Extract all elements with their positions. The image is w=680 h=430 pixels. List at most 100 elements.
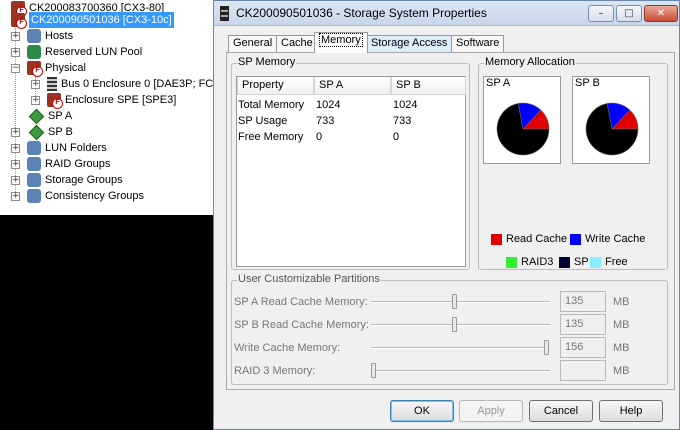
sp-a-pie-box: SP A [483, 76, 561, 164]
slider-thumb[interactable] [371, 363, 376, 378]
tab-software[interactable]: Software [451, 35, 505, 52]
expand-enclosure-spe-icon[interactable]: + [31, 96, 40, 105]
raid3-memory-slider[interactable] [371, 363, 550, 378]
tree-node-label: SP B [48, 126, 73, 138]
raid3-memory-value[interactable] [560, 360, 606, 381]
tree-node-label: Bus 0 Enclosure 0 [DAE3P; FC; [61, 78, 213, 90]
tree-node-sp-a[interactable]: SP A [28, 108, 73, 124]
table-cell: 733 [393, 115, 412, 127]
tab-cache[interactable]: Cache [276, 35, 318, 52]
sp-memory-table[interactable]: Property SP A SP B Total Memory 1024 102… [236, 76, 466, 267]
expand-hosts-icon[interactable]: + [11, 32, 20, 41]
tree-node-reserved-lun-pool[interactable]: Reserved LUN Pool [27, 44, 142, 60]
tab-label: Memory [319, 33, 363, 47]
table-cell: 0 [393, 131, 400, 143]
tree-node-consistency-groups[interactable]: Consistency Groups [27, 188, 144, 204]
storage-properties-dialog: CK200090501036 - Storage System Properti… [213, 0, 680, 430]
slider-thumb[interactable] [544, 340, 549, 355]
sp-swatch [559, 256, 570, 268]
tree-node-storage-groups[interactable]: Storage Groups [27, 172, 123, 188]
unit-label: MB [613, 342, 630, 354]
folder-icon [27, 141, 41, 155]
physical-icon [27, 61, 43, 77]
column-header-sp-a[interactable]: SP A [314, 77, 391, 95]
slider-thumb[interactable] [452, 294, 457, 309]
tree-node-ck200090501036[interactable]: CK200090501036 [CX3-10c] [11, 12, 174, 29]
tree-node-label: Reserved LUN Pool [45, 46, 143, 58]
dialog-titlebar[interactable]: CK200090501036 - Storage System Properti… [214, 1, 679, 26]
tree-node-label: LUN Folders [45, 142, 107, 154]
tab-storage-access[interactable]: Storage Access [366, 35, 453, 52]
slider-thumb[interactable] [452, 317, 457, 332]
expand-raid-groups-icon[interactable]: + [11, 160, 20, 169]
sp-a-read-cache-slider[interactable] [371, 294, 550, 309]
consistency-icon [27, 189, 41, 203]
tree-node-label: CK200090501036 [CX3-10c] [29, 12, 174, 28]
tree-node-physical[interactable]: Physical [27, 60, 86, 77]
table-cell: 733 [316, 115, 335, 127]
tree-node-enclosure-spe[interactable]: Enclosure SPE [SPE3] [47, 92, 177, 109]
ok-button[interactable]: OK [390, 400, 454, 422]
collapse-physical-icon[interactable]: − [11, 64, 20, 73]
column-header-property[interactable]: Property [237, 77, 314, 95]
sp-b-pie-box: SP B [572, 76, 650, 164]
table-cell: Total Memory [238, 99, 305, 111]
tree-node-label: Enclosure SPE [SPE3] [65, 94, 177, 106]
lun-pool-icon [27, 45, 41, 59]
raid-icon [27, 157, 41, 171]
storage-tree-panel: CK200083700360 [CX3-80] CK200090501036 [… [0, 0, 213, 215]
legend-label: Write Cache [585, 233, 646, 245]
sp-a-read-cache-value[interactable]: 135 [560, 291, 606, 312]
read-cache-swatch [491, 233, 502, 245]
tab-memory[interactable]: Memory [314, 32, 368, 53]
expand-consistency-groups-icon[interactable]: + [11, 192, 20, 201]
memory-allocation-group: Memory Allocation SP A SP B Read Cache W… [478, 56, 668, 270]
hosts-icon [27, 29, 41, 43]
expand-bus-enclosure-icon[interactable]: + [31, 80, 40, 89]
sp-diamond-icon [28, 124, 45, 140]
tree-node-hosts[interactable]: Hosts [27, 28, 73, 44]
table-cell: 1024 [393, 99, 418, 111]
raid3-swatch [506, 256, 517, 268]
legend-sp: SP [559, 255, 589, 269]
legend-free: Free [590, 255, 628, 269]
memory-allocation-label: Memory Allocation [484, 56, 576, 68]
sp-memory-group: SP Memory Property SP A SP B Total Memor… [231, 56, 470, 270]
sp-b-read-cache-value[interactable]: 135 [560, 314, 606, 335]
legend-label: SP [574, 256, 589, 268]
table-cell: SP Usage [238, 115, 288, 127]
tree-node-sp-b[interactable]: SP B [28, 124, 73, 140]
tree-node-raid-groups[interactable]: RAID Groups [27, 156, 110, 172]
apply-button[interactable]: Apply [459, 400, 523, 422]
close-button[interactable]: ✕ [644, 5, 678, 22]
write-cache-memory-label: Write Cache Memory: [234, 342, 341, 354]
help-button[interactable]: Help [599, 400, 663, 422]
sp-b-pie-chart [585, 102, 639, 156]
write-cache-memory-slider[interactable] [371, 340, 550, 355]
legend-label: Read Cache [506, 233, 568, 245]
tree-node-bus0-enclosure0[interactable]: Bus 0 Enclosure 0 [DAE3P; FC; [47, 76, 213, 92]
write-cache-swatch [570, 233, 581, 245]
maximize-button[interactable]: □ [616, 5, 642, 22]
sp-b-read-cache-slider[interactable] [371, 317, 550, 332]
write-cache-memory-value[interactable]: 156 [560, 337, 606, 358]
expand-sp-b-icon[interactable]: + [11, 128, 20, 137]
server-icon [11, 13, 27, 29]
expand-lun-folders-icon[interactable]: + [11, 144, 20, 153]
tree-node-label: Storage Groups [45, 174, 123, 186]
legend-label: Free [605, 256, 628, 268]
raid3-memory-label: RAID 3 Memory: [234, 365, 316, 377]
tree-node-label: SP A [48, 110, 73, 122]
tab-general[interactable]: General [228, 35, 278, 52]
column-header-sp-b[interactable]: SP B [391, 77, 466, 95]
sp-diamond-icon [28, 108, 45, 124]
tree-node-lun-folders[interactable]: LUN Folders [27, 140, 107, 156]
partitions-group: User Customizable Partitions SP A Read C… [231, 273, 668, 385]
tree-node-label: Consistency Groups [45, 190, 145, 202]
expand-storage-groups-icon[interactable]: + [11, 176, 20, 185]
tab-label: General [233, 37, 273, 49]
expand-lun-pool-icon[interactable]: + [11, 48, 20, 57]
table-cell: 1024 [316, 99, 341, 111]
minimize-button[interactable]: – [588, 5, 614, 22]
cancel-button[interactable]: Cancel [529, 400, 593, 422]
